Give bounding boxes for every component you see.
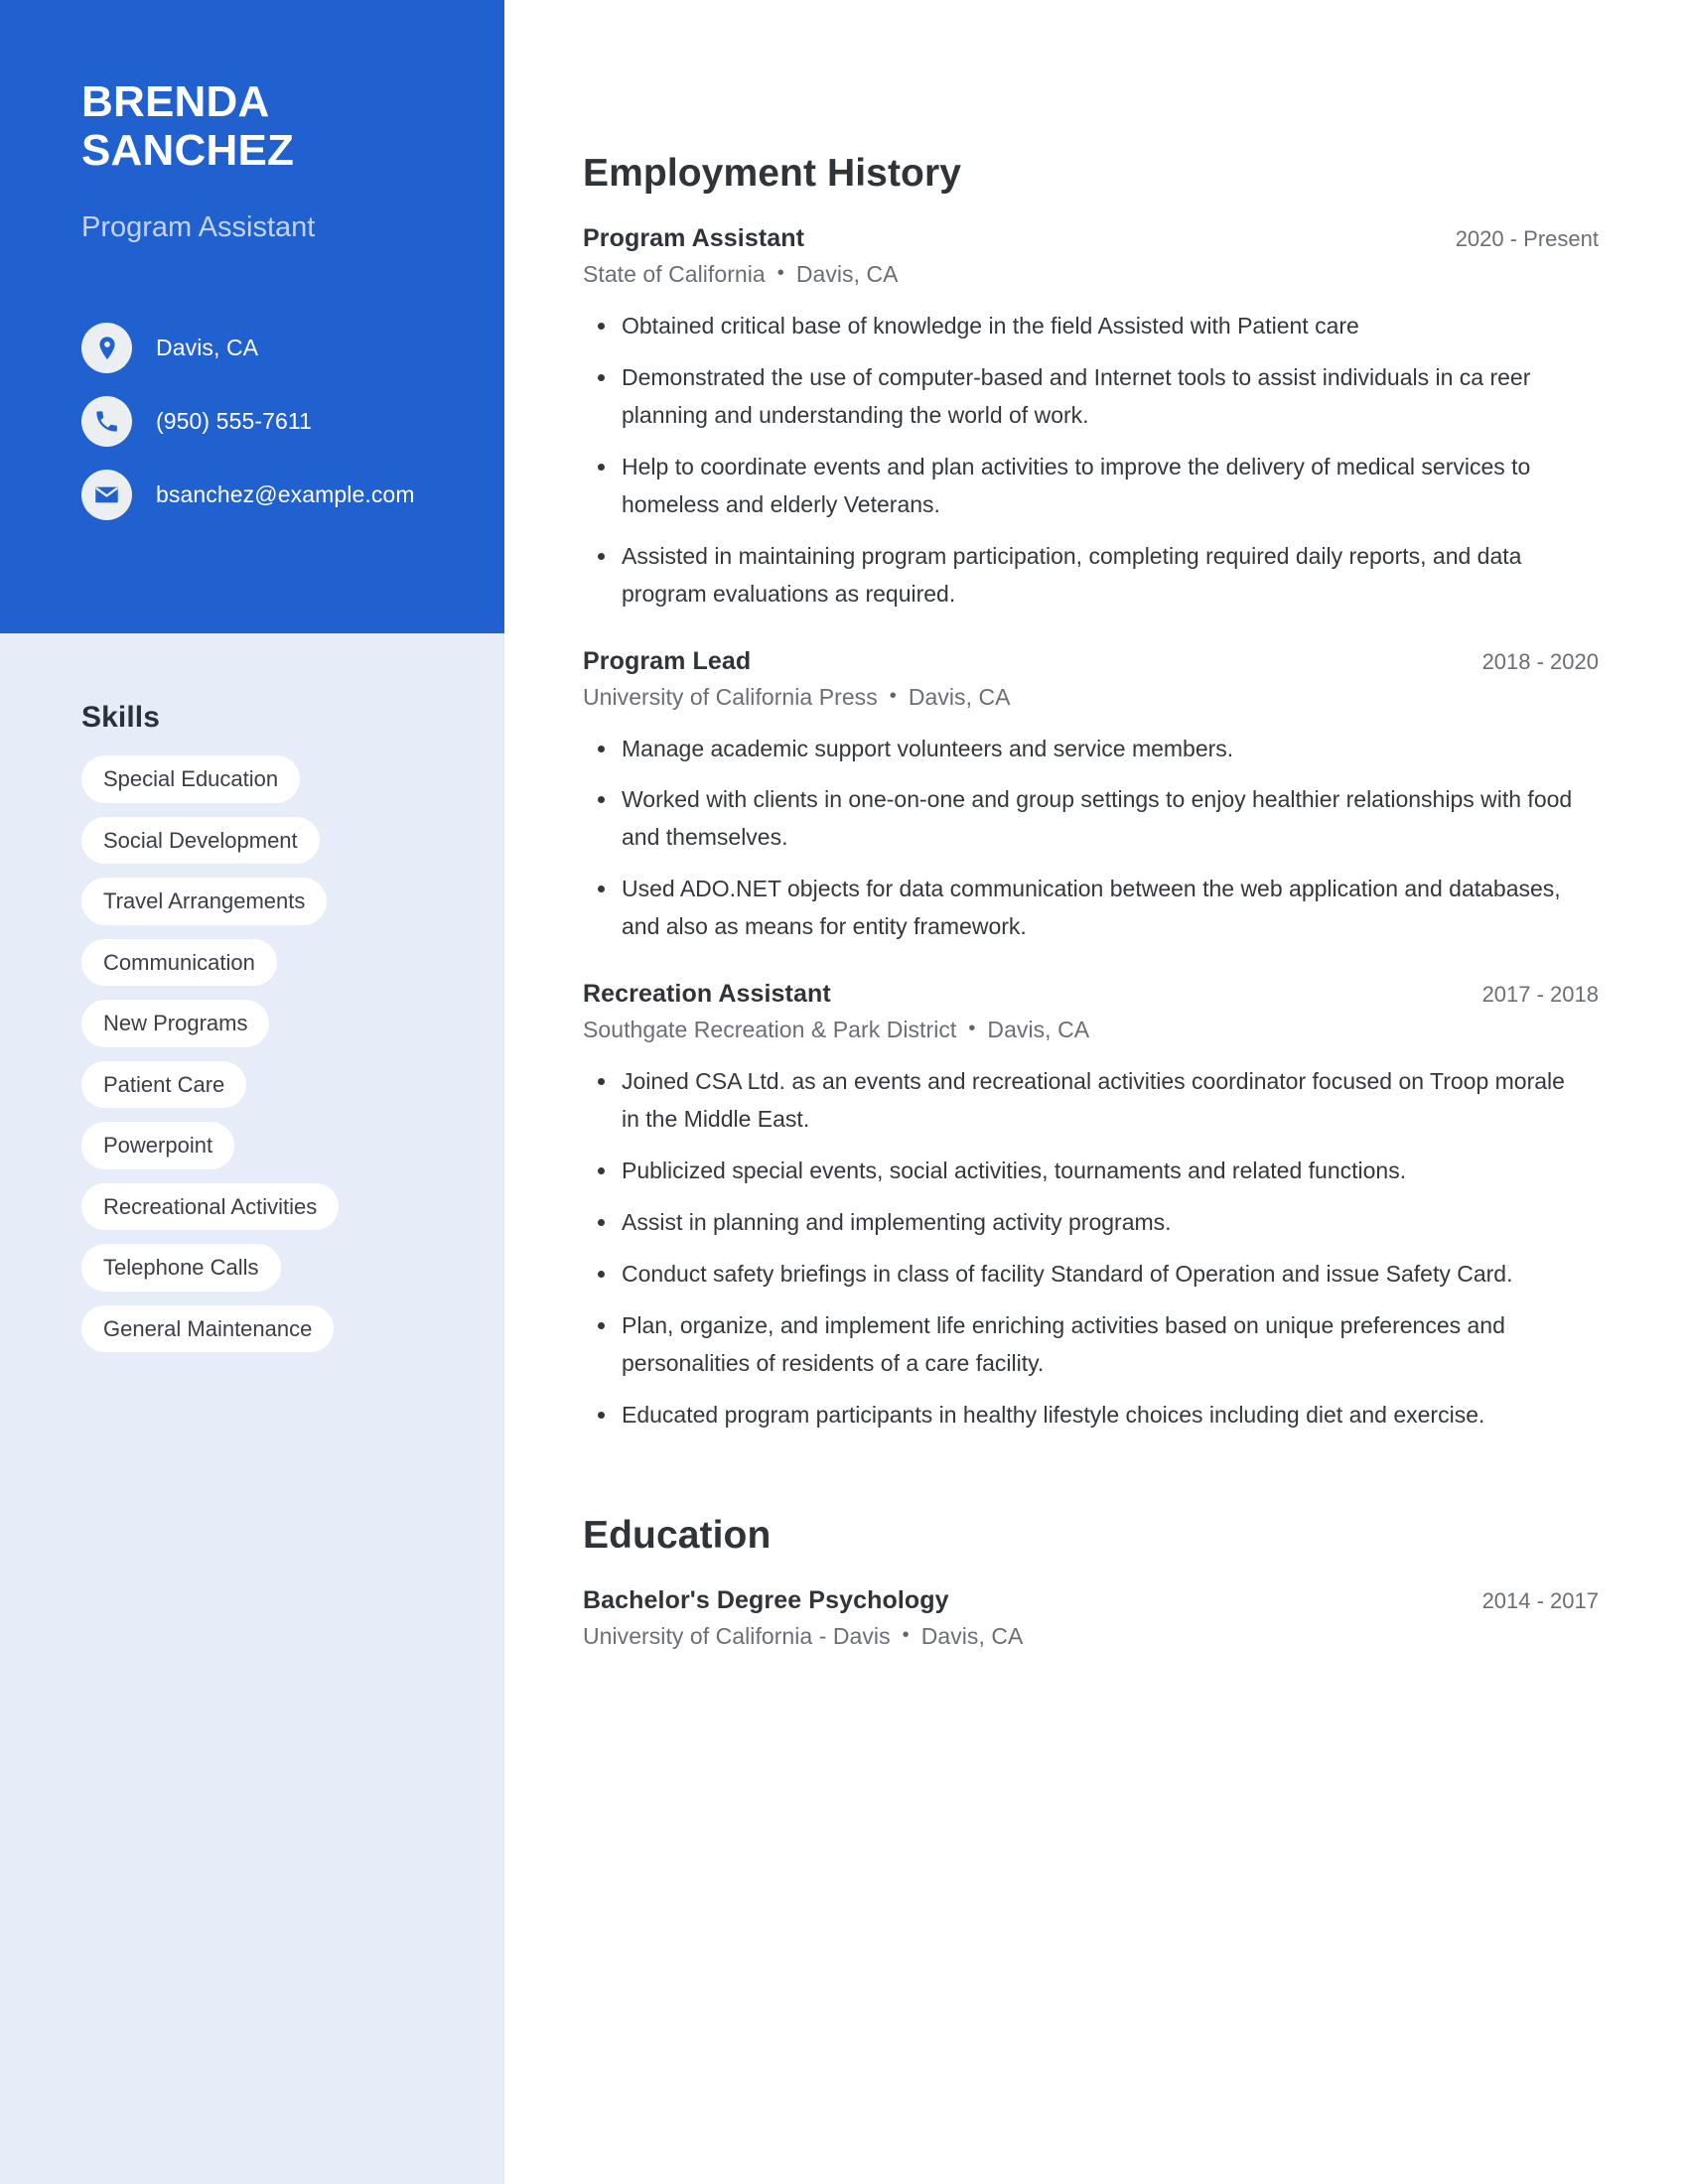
contact-item-location: Davis, CA [81, 323, 479, 373]
employment-entry-header: Program Lead 2018 - 2020 [583, 647, 1599, 676]
degree-title: Bachelor's Degree Psychology [583, 1585, 949, 1614]
job-dates: 2017 - 2018 [1481, 982, 1599, 1008]
location-value: Davis, CA [156, 335, 259, 360]
last-name: SANCHEZ [81, 126, 295, 176]
job-company-location: University of California Press • Davis, CA [583, 684, 1599, 711]
envelope-icon [81, 470, 132, 520]
job-bullet-list: Joined CSA Ltd. as an events and recreat… [583, 1063, 1599, 1434]
contact-item-phone: (950) 555-7611 [81, 396, 479, 447]
skill-pill-general-maintenance: General Maintenance [81, 1304, 335, 1352]
skill-item: General Maintenance [81, 1304, 445, 1367]
job-bullet-list: Obtained critical base of knowledge in t… [583, 308, 1599, 614]
resume-page: BRENDA SANCHEZ Program Assistant Davis, … [0, 0, 1688, 2184]
separator-dot: • [902, 1623, 910, 1646]
candidate-job-title: Program Assistant [81, 211, 316, 243]
job-bullet: Help to coordinate events and plan activ… [583, 449, 1586, 524]
job-company: University of California Press [583, 683, 878, 710]
email-value: bsanchez@example.com [156, 481, 415, 507]
skill-pill-patient-care: Patient Care [81, 1060, 247, 1108]
job-bullet: Worked with clients in one-on-one and gr… [583, 781, 1586, 857]
phone-icon [81, 396, 132, 447]
job-title: Program Assistant [583, 223, 805, 252]
main-content: Employment History Program Assistant 202… [504, 0, 1688, 2184]
job-bullet: Manage academic support volunteers and s… [583, 731, 1586, 768]
sidebar: BRENDA SANCHEZ Program Assistant Davis, … [0, 0, 504, 2184]
skill-item: New Programs [81, 1000, 445, 1061]
education-entry-header: Bachelor's Degree Psychology 2014 - 2017 [583, 1586, 1599, 1615]
employment-entry-header: Program Assistant 2020 - Present [583, 224, 1599, 253]
job-bullet: Joined CSA Ltd. as an events and recreat… [583, 1063, 1586, 1139]
school-location-value: Davis, CA [920, 1622, 1024, 1649]
skill-item: Powerpoint [81, 1122, 445, 1183]
skill-item: Communication [81, 938, 445, 1001]
skill-pill-communication: Communication [81, 938, 277, 986]
job-bullet: Educated program participants in healthy… [583, 1397, 1586, 1434]
skill-item: Patient Care [81, 1060, 445, 1123]
school-name: University of California - Davis [583, 1622, 891, 1649]
job-bullet: Used ADO.NET objects for data communicat… [583, 871, 1586, 946]
job-location: Davis, CA [987, 1017, 1090, 1043]
separator-dot: • [968, 1018, 976, 1040]
job-title: Recreation Assistant [583, 980, 831, 1009]
job-bullet: Demonstrated the use of computer-based a… [583, 359, 1586, 435]
job-location: Davis, CA [908, 683, 1011, 710]
education-heading: Education [583, 1513, 772, 1557]
contact-list: Davis, CA (950) 555-7611 bsanchez@exampl… [81, 323, 479, 543]
skill-item: Social Development [81, 816, 445, 879]
skill-pill-special-education: Special Education [81, 755, 301, 803]
skills-heading: Skills [81, 701, 160, 734]
job-company: State of California [583, 260, 766, 287]
skills-pill-list: Special Education Social Development Tra… [81, 755, 445, 1366]
skill-item: Special Education [81, 755, 445, 817]
separator-dot: • [776, 261, 784, 284]
location-pin-icon [81, 323, 132, 373]
job-bullet-list: Manage academic support volunteers and s… [583, 731, 1599, 947]
job-dates: 2020 - Present [1455, 225, 1599, 251]
skill-pill-recreational-activities: Recreational Activities [81, 1182, 340, 1230]
skill-item: Telephone Calls [81, 1244, 445, 1305]
job-bullet: Obtained critical base of knowledge in t… [583, 308, 1586, 345]
job-company: Southgate Recreation & Park District [583, 1017, 957, 1043]
skill-pill-powerpoint: Powerpoint [81, 1122, 235, 1169]
job-location: Davis, CA [795, 260, 899, 287]
job-bullet: Publicized special events, social activi… [583, 1153, 1586, 1190]
job-bullet: Assist in planning and implementing acti… [583, 1204, 1586, 1242]
contact-item-email: bsanchez@example.com [81, 470, 479, 520]
skill-pill-new-programs: New Programs [81, 1000, 270, 1047]
job-bullet: Assisted in maintaining program particip… [583, 538, 1586, 614]
skill-item: Travel Arrangements [81, 878, 445, 939]
education-entry: Bachelor's Degree Psychology 2014 - 2017… [583, 1586, 1599, 1650]
employment-entry: Program Assistant 2020 - Present State o… [583, 224, 1599, 614]
separator-dot: • [889, 684, 897, 707]
first-name: BRENDA [81, 77, 270, 126]
skill-pill-telephone-calls: Telephone Calls [81, 1244, 281, 1292]
job-company-location: Southgate Recreation & Park District • Dav… [583, 1017, 1599, 1043]
sidebar-header-banner: BRENDA SANCHEZ Program Assistant Davis, … [0, 0, 504, 633]
job-dates: 2018 - 2020 [1481, 648, 1599, 674]
job-company-location: State of California • Davis, CA [583, 261, 1599, 288]
skill-pill-social-development: Social Development [81, 816, 320, 864]
job-bullet: Conduct safety briefings in class of fac… [583, 1256, 1586, 1294]
degree-dates: 2014 - 2017 [1481, 1587, 1599, 1613]
school-location: University of California - Davis • Davis, … [583, 1623, 1599, 1650]
job-title: Program Lead [583, 646, 752, 675]
phone-value: (950) 555-7611 [156, 408, 312, 434]
job-bullet: Plan, organize, and implement life enric… [583, 1307, 1586, 1383]
employment-entry: Recreation Assistant 2017 - 2018 Southga… [583, 980, 1599, 1434]
skill-pill-travel-arrangements: Travel Arrangements [81, 878, 328, 925]
skill-item: Recreational Activities [81, 1182, 445, 1245]
candidate-name: BRENDA SANCHEZ [81, 77, 479, 176]
employment-entry: Program Lead 2018 - 2020 University of C… [583, 647, 1599, 947]
skills-section: Skills Special Education Social Developm… [0, 633, 504, 1366]
employment-history-heading: Employment History [583, 152, 962, 195]
employment-entry-header: Recreation Assistant 2017 - 2018 [583, 980, 1599, 1009]
